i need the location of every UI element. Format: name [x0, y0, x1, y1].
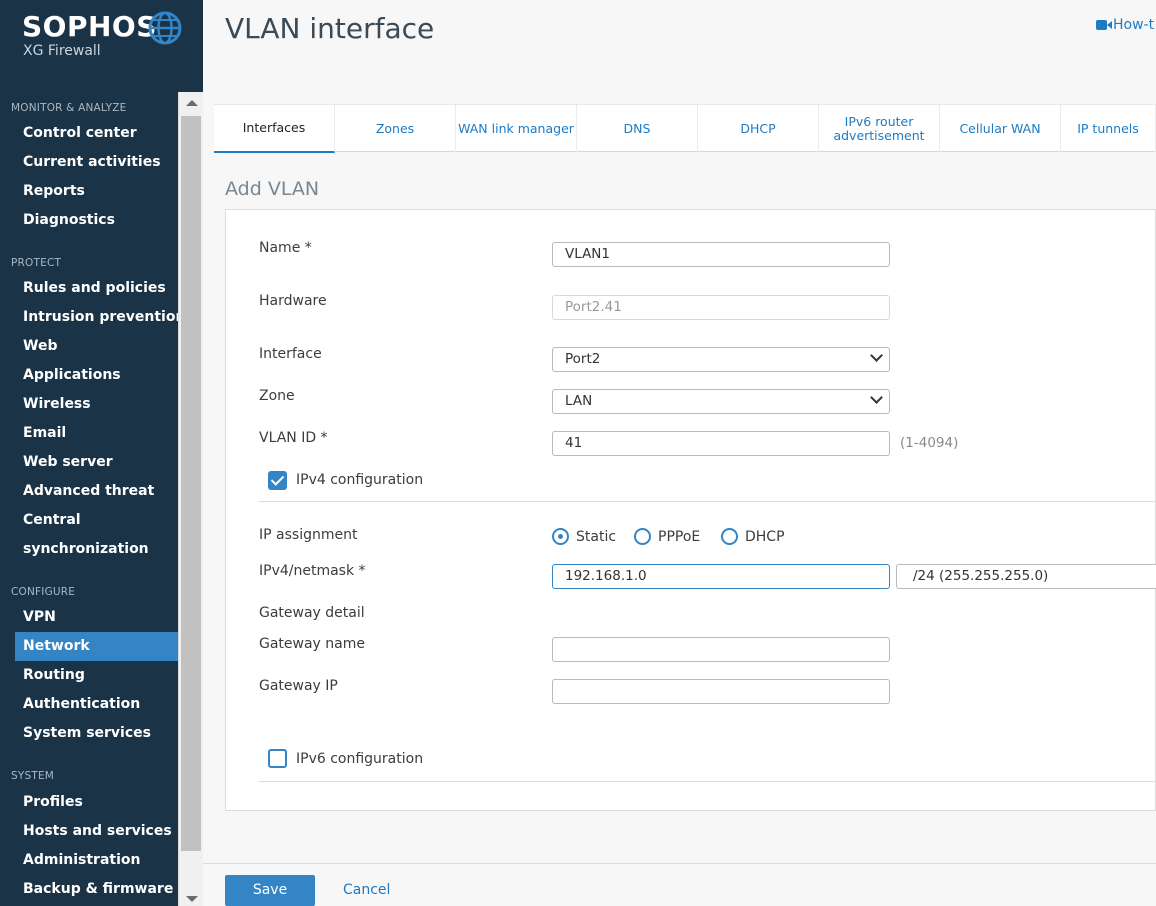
- tab-dhcp[interactable]: DHCP: [698, 105, 819, 152]
- tab-cellular-wan[interactable]: Cellular WAN: [940, 105, 1061, 152]
- scrollbar-thumb[interactable]: [181, 116, 201, 851]
- ip-assignment-label: IP assignment: [259, 527, 358, 543]
- tab-ip-tunnels[interactable]: IP tunnels: [1061, 105, 1156, 152]
- sidebar-item-applications[interactable]: Applications: [15, 361, 178, 390]
- zone-label: Zone: [259, 388, 295, 404]
- sidebar-item-central[interactable]: Central: [15, 506, 178, 535]
- nav-section-configure: CONFIGURE: [11, 586, 76, 598]
- zone-select-value: LAN: [565, 393, 593, 409]
- ipv6-config-checkbox[interactable]: [268, 749, 287, 768]
- sidebar-item-vpn[interactable]: VPN: [15, 603, 178, 632]
- gateway-detail-label: Gateway detail: [259, 605, 365, 621]
- tab-bar: Interfaces Zones WAN link manager DNS DH…: [214, 104, 1156, 153]
- save-button[interactable]: Save: [225, 875, 315, 906]
- interface-label: Interface: [259, 346, 322, 362]
- divider: [259, 781, 1156, 782]
- ipv4-config-label: IPv4 configuration: [296, 472, 424, 488]
- radio-dhcp-label: DHCP: [745, 529, 785, 545]
- sidebar-item-network[interactable]: Network: [15, 632, 178, 661]
- vlan-id-label: VLAN ID *: [259, 430, 328, 446]
- nav-section-monitor: MONITOR & ANALYZE: [11, 102, 127, 114]
- sidebar-item-email[interactable]: Email: [15, 419, 178, 448]
- vlan-id-hint: (1-4094): [900, 435, 959, 451]
- ipv4-netmask-label: IPv4/netmask *: [259, 563, 366, 579]
- scroll-up-arrow-icon[interactable]: [186, 100, 198, 106]
- cancel-button[interactable]: Cancel: [343, 882, 390, 898]
- sophos-logo: SOPHOS: [22, 10, 157, 43]
- hardware-input: Port2.41: [552, 295, 890, 320]
- sidebar-item-advanced-threat[interactable]: Advanced threat: [15, 477, 178, 506]
- sidebar: SOPHOS XG Firewall MONITOR & ANALYZE Con…: [0, 0, 203, 906]
- how-to-link[interactable]: How-t: [1096, 17, 1154, 33]
- sidebar-item-system-services[interactable]: System services: [15, 719, 178, 748]
- page-title: VLAN interface: [225, 12, 435, 45]
- gateway-name-label: Gateway name: [259, 636, 365, 652]
- divider: [259, 501, 1156, 502]
- radio-pppoe-label: PPPoE: [658, 529, 701, 545]
- sidebar-item-administration[interactable]: Administration: [15, 846, 178, 875]
- tab-wan-link-manager[interactable]: WAN link manager: [456, 105, 577, 152]
- radio-pppoe[interactable]: [634, 528, 651, 545]
- nav-section-system: SYSTEM: [11, 770, 55, 782]
- sidebar-item-wireless[interactable]: Wireless: [15, 390, 178, 419]
- sidebar-item-current-activities[interactable]: Current activities: [15, 148, 178, 177]
- globe-logo-icon: [148, 11, 182, 45]
- tab-interfaces[interactable]: Interfaces: [214, 105, 335, 153]
- interface-select-value: Port2: [565, 351, 601, 367]
- tab-ipv6-router-advertisement[interactable]: IPv6 router advertisement: [819, 105, 940, 152]
- sidebar-item-web-server[interactable]: Web server: [15, 448, 178, 477]
- interface-select[interactable]: Port2: [552, 347, 890, 372]
- radio-static[interactable]: [552, 528, 569, 545]
- scroll-down-arrow-icon[interactable]: [186, 896, 198, 902]
- radio-dhcp[interactable]: [721, 528, 738, 545]
- form-footer: Save Cancel: [203, 863, 1156, 906]
- netmask-select[interactable]: /24 (255.255.255.0): [896, 564, 1156, 589]
- sidebar-item-rules-and-policies[interactable]: Rules and policies: [15, 274, 178, 303]
- sidebar-item-hosts-and-services[interactable]: Hosts and services: [15, 817, 178, 846]
- ipv4-config-checkbox[interactable]: [268, 471, 287, 490]
- product-name: XG Firewall: [23, 43, 101, 59]
- sidebar-item-authentication[interactable]: Authentication: [15, 690, 178, 719]
- sidebar-item-profiles[interactable]: Profiles: [15, 788, 178, 817]
- ipv6-config-label: IPv6 configuration: [296, 751, 424, 767]
- sidebar-item-intrusion-prevention[interactable]: Intrusion prevention: [15, 303, 178, 332]
- add-vlan-form: Name * VLAN1 Hardware Port2.41 Interface…: [225, 209, 1156, 811]
- name-label: Name *: [259, 240, 312, 256]
- brand-header: SOPHOS XG Firewall: [0, 0, 203, 92]
- hardware-label: Hardware: [259, 293, 327, 309]
- zone-select[interactable]: LAN: [552, 389, 890, 414]
- name-input[interactable]: VLAN1: [552, 242, 890, 267]
- sidebar-item-routing[interactable]: Routing: [15, 661, 178, 690]
- chevron-down-icon: [870, 349, 883, 362]
- chevron-down-icon: [870, 391, 883, 404]
- how-to-label: How-t: [1113, 17, 1155, 33]
- sidebar-item-reports[interactable]: Reports: [15, 177, 178, 206]
- video-camera-icon: [1096, 20, 1112, 30]
- gateway-ip-label: Gateway IP: [259, 678, 338, 694]
- ipv4-address-input[interactable]: 192.168.1.0: [552, 564, 890, 589]
- gateway-name-input[interactable]: [552, 637, 890, 662]
- vlan-id-input[interactable]: 41: [552, 431, 890, 456]
- main-content: VLAN interface How-t Interfaces Zones WA…: [203, 0, 1156, 906]
- section-title: Add VLAN: [225, 178, 320, 200]
- sidebar-item-diagnostics[interactable]: Diagnostics: [15, 206, 178, 235]
- sidebar-nav: MONITOR & ANALYZE Control center Current…: [0, 92, 178, 906]
- tab-dns[interactable]: DNS: [577, 105, 698, 152]
- tab-zones[interactable]: Zones: [335, 105, 456, 152]
- radio-static-label: Static: [576, 529, 617, 545]
- sidebar-item-synchronization[interactable]: synchronization: [15, 535, 178, 564]
- sidebar-item-control-center[interactable]: Control center: [15, 119, 178, 148]
- sidebar-scrollbar[interactable]: [178, 92, 203, 906]
- nav-section-protect: PROTECT: [11, 257, 62, 269]
- gateway-ip-input[interactable]: [552, 679, 890, 704]
- sidebar-item-web[interactable]: Web: [15, 332, 178, 361]
- sidebar-item-backup-firmware[interactable]: Backup & firmware: [15, 875, 178, 904]
